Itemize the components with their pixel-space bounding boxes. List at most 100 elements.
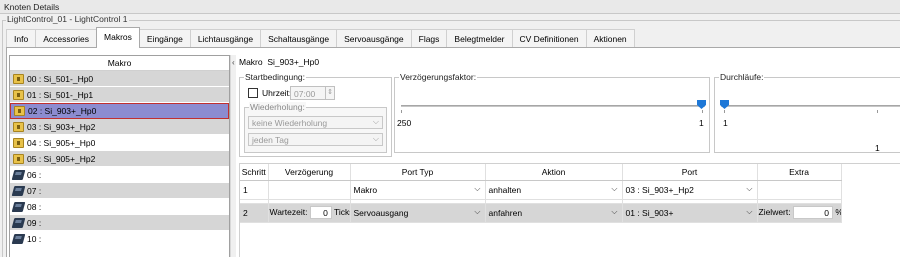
tab-cv-definitionen[interactable]: CV Definitionen — [511, 29, 587, 48]
durchlaeufe-caption: Durchläufe: — [719, 72, 765, 82]
durchlaeufe-group: Durchläufe: 1 1 — [714, 72, 900, 153]
verzoegerung-slider-track[interactable] — [401, 105, 705, 107]
port-type-cell[interactable]: Makro ⌵ — [350, 180, 486, 200]
verzoegerung-slider-thumb[interactable] — [697, 100, 706, 109]
action-cell[interactable]: anhalten ⌵ — [485, 180, 623, 200]
list-item[interactable]: 10 : — [10, 231, 229, 247]
port-type-select[interactable]: Makro ⌵ — [351, 183, 485, 197]
list-item-label: 10 : — [27, 233, 42, 244]
chevron-down-icon: ⌵ — [746, 183, 753, 193]
uhrzeit-checkbox[interactable] — [248, 88, 258, 98]
action-select[interactable]: anfahren ⌵ — [486, 206, 622, 220]
port-type-cell[interactable]: Servoausgang ⌵ — [350, 203, 486, 223]
port-select[interactable]: 03 : Si_903+_Hp2 ⌵ — [623, 183, 757, 197]
table-row[interactable]: 1 Makro ⌵ anhalten ⌵ 03 : Si_903+_Hp2 ⌵ — [240, 180, 842, 200]
table-row[interactable]: 2 Wartezeit: 0 Ticks Servoausgang⌵ anfah… — [240, 203, 842, 223]
collapse-arrow-icon[interactable]: ‹ — [232, 58, 235, 67]
column-header[interactable]: Aktion — [485, 164, 623, 181]
startbedingung-group: Startbedingung: Uhrzeit: 07:00 ⇕ Wiederh… — [239, 72, 392, 157]
port-cell[interactable]: 01 : Si_903+ ⌵ — [622, 203, 758, 223]
chevron-down-icon: ⌵ — [372, 117, 379, 126]
list-item[interactable]: 04 : Si_905+_Hp0 — [10, 135, 229, 151]
tag-select[interactable]: jeden Tag ⌵ — [248, 133, 383, 146]
tab-belegtmelder[interactable]: Belegtmelder — [446, 29, 513, 48]
verzoegerung-group: Verzögerungsfaktor: 250 1 — [394, 72, 710, 153]
tab-flags[interactable]: Flags — [410, 29, 448, 48]
window-title: Knoten Details — [0, 0, 900, 14]
tab-eingaenge[interactable]: Eingänge — [138, 29, 191, 48]
makro-list[interactable]: Makro 00 : Si_501-_Hp0 01 : Si_501-_Hp1 … — [9, 55, 230, 257]
column-header[interactable]: Verzögerung — [268, 164, 351, 181]
time-spin-icon[interactable]: ⇕ — [325, 87, 334, 99]
chip-icon — [11, 201, 26, 212]
action-select[interactable]: anhalten ⌵ — [486, 183, 622, 197]
macro-name-value: Si_903+_Hp0 — [267, 57, 320, 67]
port-select[interactable]: 01 : Si_903+ ⌵ — [623, 206, 757, 220]
durchlaeufe-slider-track[interactable] — [721, 105, 900, 107]
durchlaeufe-max-label: 1 — [875, 143, 880, 153]
column-header[interactable]: Port Typ — [350, 164, 486, 181]
zielwert-unit: % — [835, 207, 840, 217]
chevron-down-icon: ⌵ — [611, 206, 618, 216]
chevron-down-icon: ⌵ — [611, 183, 618, 193]
durchlaeufe-min-label: 1 — [723, 118, 728, 128]
tab-lichtausgaenge[interactable]: Lichtausgänge — [189, 29, 262, 48]
tab-schaltausgaenge[interactable]: Schaltausgänge — [260, 29, 338, 48]
folder-icon — [13, 137, 24, 148]
extra-cell — [757, 180, 842, 200]
chip-icon — [11, 233, 26, 244]
tab-bar: Info Accessories Makros Eingänge Lichtau… — [6, 27, 635, 48]
chevron-down-icon: ⌵ — [474, 206, 481, 216]
ticks-label: Ticks — [334, 206, 350, 217]
list-item[interactable]: 00 : Si_501-_Hp0 — [10, 71, 229, 87]
port-type-select[interactable]: Servoausgang ⌵ — [351, 206, 485, 220]
list-item[interactable]: 01 : Si_501-_Hp1 — [10, 87, 229, 103]
list-item-label: 06 : — [27, 169, 42, 180]
tab-accessories[interactable]: Accessories — [35, 29, 98, 48]
tab-makros[interactable]: Makros — [96, 27, 140, 48]
folder-icon — [13, 89, 24, 100]
chevron-down-icon: ⌵ — [474, 183, 481, 193]
column-header[interactable]: Port — [622, 164, 758, 181]
group-caption: LightControl_01 - LightControl 1 — [6, 14, 129, 25]
column-header[interactable]: Extra — [757, 164, 842, 181]
list-item[interactable]: 03 : Si_903+_Hp2 — [10, 119, 229, 135]
tab-servoausgaenge[interactable]: Servoausgänge — [336, 29, 412, 48]
folder-icon — [13, 153, 24, 164]
list-item[interactable]: 07 : — [10, 183, 229, 199]
zielwert-input[interactable]: 0 — [793, 206, 833, 219]
list-item[interactable]: 05 : Si_905+_Hp2 — [10, 151, 229, 167]
column-header[interactable]: Schritt — [240, 164, 269, 181]
wiederholung-group: Wiederholung: keine Wiederholung ⌵ jeden … — [244, 102, 387, 153]
list-item-label: 05 : Si_905+_Hp2 — [27, 153, 96, 164]
list-item[interactable]: 09 : — [10, 215, 229, 231]
wiederholung-select[interactable]: keine Wiederholung ⌵ — [248, 116, 383, 129]
list-item[interactable]: 06 : — [10, 167, 229, 183]
list-item-selected[interactable]: 02 : Si_903+_Hp0 — [10, 103, 229, 119]
uhrzeit-label: Uhrzeit: — [262, 88, 292, 98]
extra-cell[interactable]: Zielwert: 0 % — [757, 203, 842, 223]
tab-aktionen[interactable]: Aktionen — [585, 29, 635, 48]
list-item-label: 04 : Si_905+_Hp0 — [27, 137, 96, 148]
delay-cell[interactable]: Wartezeit: 0 Ticks — [268, 203, 351, 223]
list-item-label: 00 : Si_501-_Hp0 — [27, 73, 94, 84]
verzoegerung-caption: Verzögerungsfaktor: — [399, 72, 478, 82]
makro-list-scrollbar[interactable] — [230, 55, 236, 257]
port-cell[interactable]: 03 : Si_903+_Hp2 ⌵ — [622, 180, 758, 200]
list-item-label: 07 : — [27, 185, 42, 196]
durchlaeufe-slider-thumb[interactable] — [720, 100, 729, 109]
delay-cell — [268, 180, 351, 200]
action-cell[interactable]: anfahren ⌵ — [485, 203, 623, 223]
step-number: 1 — [240, 180, 269, 200]
folder-icon — [13, 73, 24, 84]
verzoegerung-max-label: 1 — [699, 118, 704, 128]
wartezeit-input[interactable]: 0 — [309, 206, 332, 219]
step-number: 2 — [240, 203, 269, 223]
list-item[interactable]: 08 : — [10, 199, 229, 215]
uhrzeit-time-input[interactable]: 07:00 ⇕ — [290, 86, 335, 100]
slider-tick — [877, 110, 878, 113]
tab-info[interactable]: Info — [6, 29, 37, 48]
wartezeit-label: Wartezeit: — [269, 206, 308, 217]
startbedingung-caption: Startbedingung: — [244, 72, 307, 82]
steps-table: Schritt Verzögerung Port Typ Aktion Port… — [239, 163, 900, 257]
